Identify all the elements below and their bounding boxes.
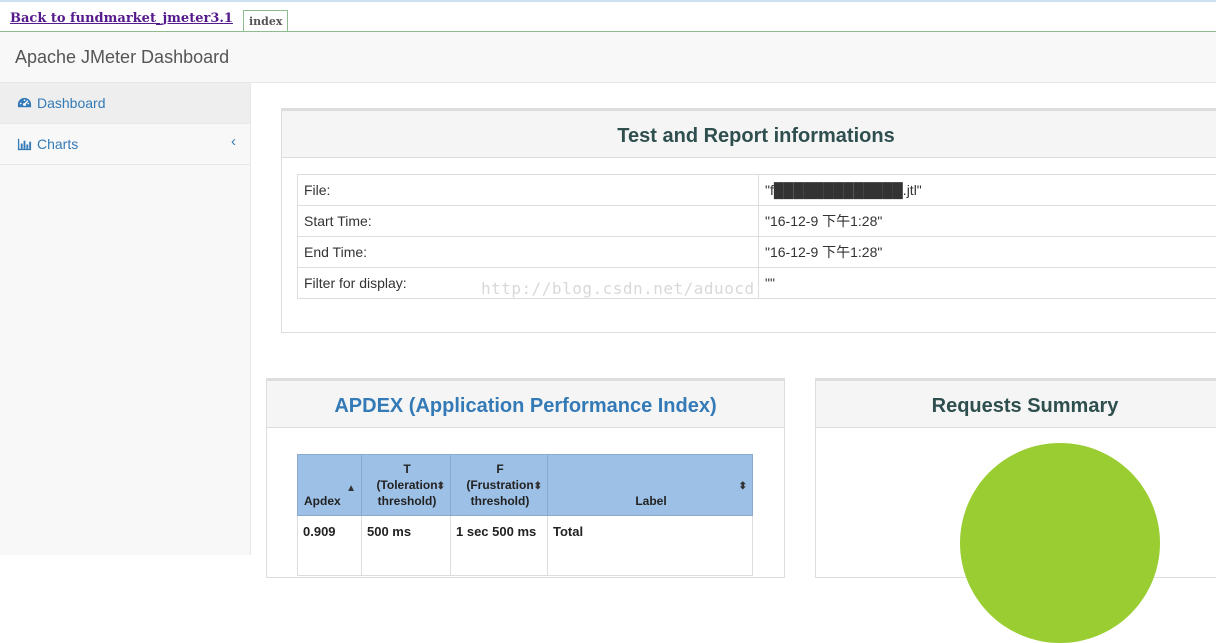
chevron-left-icon[interactable]: ‹ [231, 133, 236, 150]
frustration-value: 1 sec 500 ms [451, 516, 548, 576]
col-frustration[interactable]: F (Frustration threshold) ⬍ [451, 455, 548, 516]
col-label-header[interactable]: Label ⬍ [548, 455, 753, 516]
sidebar: Dashboard Charts ‹ [0, 83, 251, 555]
apdex-panel: APDEX (Application Performance Index) Ap… [266, 378, 785, 578]
sort-icon: ⬍ [437, 479, 445, 495]
back-link[interactable]: Back to fundmarket_jmeter3.1 [10, 11, 233, 26]
label-value: Total [548, 516, 753, 576]
apdex-header-row: Apdex ▲ T (Toleration threshold) ⬍ F (Fr… [298, 455, 753, 516]
col-label: threshold) [471, 494, 530, 508]
report-info-title: Test and Report informations [282, 111, 1216, 158]
sort-icon: ⬍ [534, 479, 542, 495]
navbar: Apache JMeter Dashboard [0, 32, 1216, 83]
info-key: Start Time: [298, 206, 759, 237]
dashboard-icon [17, 96, 32, 111]
sidebar-item-charts[interactable]: Charts ‹ [0, 124, 250, 165]
top-link-bar: Back to fundmarket_jmeter3.1 index [0, 0, 1216, 32]
sidebar-item-dashboard[interactable]: Dashboard [0, 83, 250, 124]
col-label: T [403, 462, 410, 476]
toleration-value: 500 ms [362, 516, 451, 576]
info-key: File: [298, 175, 759, 206]
table-row: Filter for display: "" [298, 268, 1216, 299]
sidebar-item-label: Dashboard [37, 95, 106, 111]
requests-summary-panel: Requests Summary [815, 378, 1216, 578]
col-label: (Frustration [466, 478, 533, 492]
apdex-table: Apdex ▲ T (Toleration threshold) ⬍ F (Fr… [297, 454, 753, 576]
table-row: End Time: "16-12-9 下午1:28" [298, 237, 1216, 268]
report-info-table: File: "f█████████████.jtl" Start Time: "… [297, 174, 1216, 299]
info-key: End Time: [298, 237, 759, 268]
requests-summary-pie[interactable] [960, 443, 1160, 643]
col-label: F [496, 462, 503, 476]
col-apdex[interactable]: Apdex ▲ [298, 455, 362, 516]
apdex-value: 0.909 [298, 516, 362, 576]
col-toleration[interactable]: T (Toleration threshold) ⬍ [362, 455, 451, 516]
table-row: Start Time: "16-12-9 下午1:28" [298, 206, 1216, 237]
requests-summary-title: Requests Summary [816, 381, 1216, 428]
info-value: "f█████████████.jtl" [759, 175, 1216, 206]
sidebar-item-label: Charts [37, 136, 78, 152]
col-label: Apdex [304, 494, 341, 508]
navbar-brand[interactable]: Apache JMeter Dashboard [15, 47, 229, 68]
table-row: 0.909 500 ms 1 sec 500 ms Total [298, 516, 753, 576]
apdex-title: APDEX (Application Performance Index) [267, 381, 784, 428]
sort-asc-icon: ▲ [346, 481, 356, 497]
bar-chart-icon [17, 137, 32, 152]
report-info-panel: Test and Report informations File: "f███… [281, 108, 1216, 333]
info-value: "16-12-9 下午1:28" [759, 206, 1216, 237]
col-label: Label [635, 494, 666, 508]
info-value: "16-12-9 下午1:28" [759, 237, 1216, 268]
tab-index[interactable]: index [243, 10, 288, 33]
sort-icon: ⬍ [739, 479, 747, 495]
info-value: "" [759, 268, 1216, 299]
col-label: threshold) [378, 494, 437, 508]
table-row: File: "f█████████████.jtl" [298, 175, 1216, 206]
col-label: (Toleration [376, 478, 437, 492]
watermark: http://blog.csdn.net/aduocd [481, 279, 755, 298]
